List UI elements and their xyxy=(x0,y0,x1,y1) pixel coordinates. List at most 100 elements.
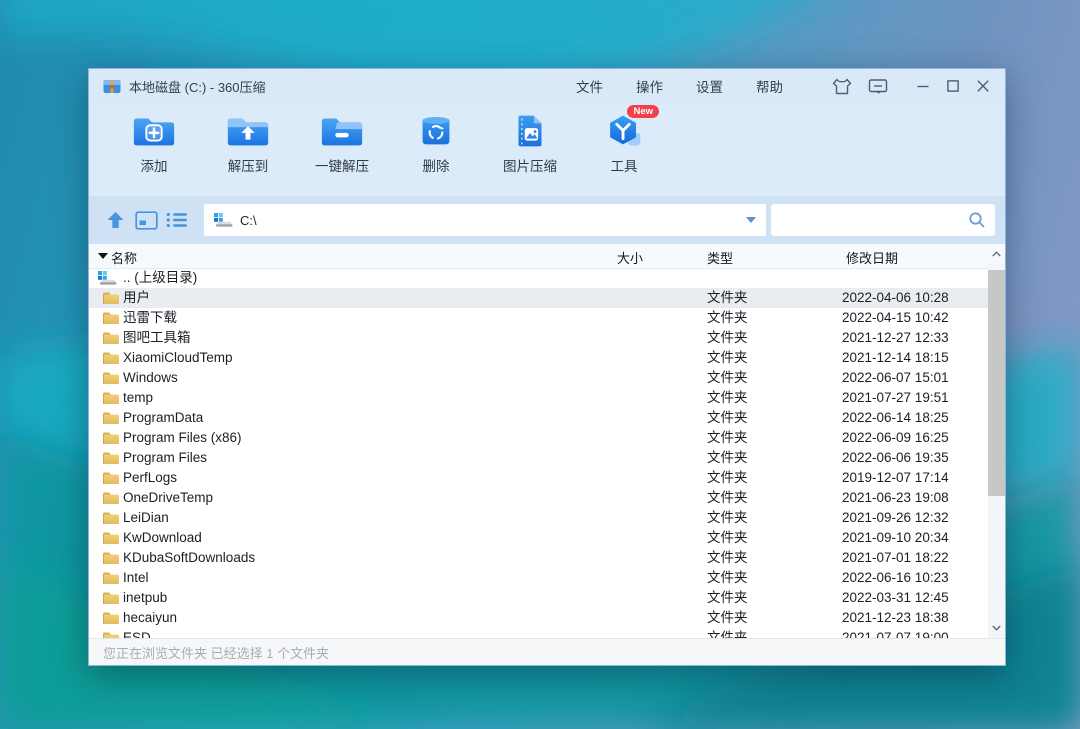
file-name: inetpub xyxy=(123,588,167,608)
menu-settings[interactable]: 设置 xyxy=(696,76,723,96)
file-type: 文件夹 xyxy=(707,408,748,428)
table-row[interactable]: ESD 文件夹 2021-07-07 19:00 xyxy=(89,628,988,638)
image-compress-button[interactable]: 图片压缩 xyxy=(493,112,567,175)
file-name: KwDownload xyxy=(123,528,202,548)
file-date: 2022-04-06 10:28 xyxy=(842,288,949,308)
menu-file[interactable]: 文件 xyxy=(576,76,603,96)
add-button[interactable]: 添加 xyxy=(117,112,191,175)
drive-icon xyxy=(214,213,233,227)
image-compress-icon xyxy=(507,112,553,150)
table-row[interactable]: XiaomiCloudTemp 文件夹 2021-12-14 18:15 xyxy=(89,348,988,368)
column-date[interactable]: 修改日期 xyxy=(846,248,898,267)
folder-icon xyxy=(102,311,119,325)
table-row[interactable]: OneDriveTemp 文件夹 2021-06-23 19:08 xyxy=(89,488,988,508)
folder-icon xyxy=(102,351,119,365)
column-size[interactable]: 大小 xyxy=(617,248,643,267)
table-row[interactable]: Intel 文件夹 2022-06-16 10:23 xyxy=(89,568,988,588)
nav-up-icon[interactable] xyxy=(103,209,127,231)
file-type: 文件夹 xyxy=(707,488,748,508)
scroll-up-icon[interactable] xyxy=(988,244,1005,264)
icon-view-toggle-icon[interactable] xyxy=(134,209,158,231)
scroll-down-icon[interactable] xyxy=(988,618,1005,638)
file-name: LeiDian xyxy=(123,508,169,528)
table-row[interactable]: Windows 文件夹 2022-06-07 15:01 xyxy=(89,368,988,388)
parent-dir-label: .. (上级目录) xyxy=(123,268,197,288)
window-title: 本地磁盘 (C:) - 360压缩 xyxy=(129,77,266,96)
address-dropdown-icon[interactable] xyxy=(746,217,756,223)
search-icon[interactable] xyxy=(968,211,986,229)
table-row[interactable]: LeiDian 文件夹 2021-09-26 12:32 xyxy=(89,508,988,528)
folder-icon xyxy=(102,611,119,625)
file-type: 文件夹 xyxy=(707,388,748,408)
table-row[interactable]: 用户 文件夹 2022-04-06 10:28 xyxy=(89,288,988,308)
table-row[interactable]: Program Files (x86) 文件夹 2022-06-09 16:25 xyxy=(89,428,988,448)
menu-help[interactable]: 帮助 xyxy=(756,76,783,96)
minimize-button[interactable] xyxy=(913,77,933,95)
delete-button[interactable]: 删除 xyxy=(399,112,473,175)
titlebar-right: 文件 操作 设置 帮助 xyxy=(576,76,993,96)
file-name: KDubaSoftDownloads xyxy=(123,548,255,568)
parent-dir-row[interactable]: .. (上级目录) xyxy=(89,268,988,288)
file-name: ESD xyxy=(123,628,151,638)
file-name: Program Files xyxy=(123,448,207,468)
vertical-scrollbar[interactable] xyxy=(988,244,1005,638)
tools-label: 工具 xyxy=(611,155,638,175)
search-input[interactable] xyxy=(780,207,968,233)
folder-icon xyxy=(102,571,119,585)
file-type: 文件夹 xyxy=(707,348,748,368)
file-name: ProgramData xyxy=(123,408,203,428)
file-name: hecaiyun xyxy=(123,608,177,628)
file-date: 2021-12-27 12:33 xyxy=(842,328,949,348)
file-type: 文件夹 xyxy=(707,308,748,328)
file-date: 2022-04-15 10:42 xyxy=(842,308,949,328)
extract-to-label: 解压到 xyxy=(228,155,269,175)
folder-icon xyxy=(102,431,119,445)
folder-icon xyxy=(102,591,119,605)
file-name: 迅雷下载 xyxy=(123,308,177,328)
list-view-toggle-icon[interactable] xyxy=(165,209,189,231)
skin-shirt-icon[interactable] xyxy=(831,76,853,96)
table-row[interactable]: KwDownload 文件夹 2021-09-10 20:34 xyxy=(89,528,988,548)
table-row[interactable]: KDubaSoftDownloads 文件夹 2021-07-01 18:22 xyxy=(89,548,988,568)
file-type: 文件夹 xyxy=(707,568,748,588)
table-row[interactable]: 迅雷下载 文件夹 2022-04-15 10:42 xyxy=(89,308,988,328)
folder-icon xyxy=(102,531,119,545)
folder-icon xyxy=(102,551,119,565)
delete-label: 删除 xyxy=(423,155,450,175)
status-bar: 您正在浏览文件夹 已经选择 1 个文件夹 xyxy=(89,638,1005,665)
table-row[interactable]: PerfLogs 文件夹 2019-12-07 17:14 xyxy=(89,468,988,488)
folder-icon xyxy=(102,471,119,485)
feedback-icon[interactable] xyxy=(867,76,889,96)
file-name: XiaomiCloudTemp xyxy=(123,348,233,368)
table-row[interactable]: hecaiyun 文件夹 2021-12-23 18:38 xyxy=(89,608,988,628)
search-box xyxy=(771,204,995,236)
file-date: 2022-06-16 10:23 xyxy=(842,568,949,588)
file-name: Windows xyxy=(123,368,178,388)
one-click-extract-label: 一键解压 xyxy=(315,155,369,175)
close-button[interactable] xyxy=(973,77,993,95)
tools-button[interactable]: New 工具 xyxy=(587,112,661,175)
table-row[interactable]: ProgramData 文件夹 2022-06-14 18:25 xyxy=(89,408,988,428)
scrollbar-thumb[interactable] xyxy=(988,270,1005,496)
folder-icon xyxy=(102,391,119,405)
table-row[interactable]: Program Files 文件夹 2022-06-06 19:35 xyxy=(89,448,988,468)
table-row[interactable]: 图吧工具箱 文件夹 2021-12-27 12:33 xyxy=(89,328,988,348)
delete-trash-icon xyxy=(413,112,459,150)
maximize-button[interactable] xyxy=(943,77,963,95)
one-click-extract-button[interactable]: 一键解压 xyxy=(305,112,379,175)
table-row[interactable]: inetpub 文件夹 2022-03-31 12:45 xyxy=(89,588,988,608)
column-name[interactable]: 名称 xyxy=(111,248,137,267)
file-date: 2022-06-09 16:25 xyxy=(842,428,949,448)
folder-icon xyxy=(102,511,119,525)
column-type[interactable]: 类型 xyxy=(707,248,733,267)
extract-to-button[interactable]: 解压到 xyxy=(211,112,285,175)
menu-actions[interactable]: 操作 xyxy=(636,76,663,96)
address-input[interactable]: C:\ xyxy=(204,204,766,236)
file-date: 2021-12-23 18:38 xyxy=(842,608,949,628)
file-type: 文件夹 xyxy=(707,288,748,308)
file-type: 文件夹 xyxy=(707,428,748,448)
table-row[interactable]: temp 文件夹 2021-07-27 19:51 xyxy=(89,388,988,408)
file-date: 2021-06-23 19:08 xyxy=(842,488,949,508)
folder-icon xyxy=(102,491,119,505)
file-name: 图吧工具箱 xyxy=(123,328,191,348)
